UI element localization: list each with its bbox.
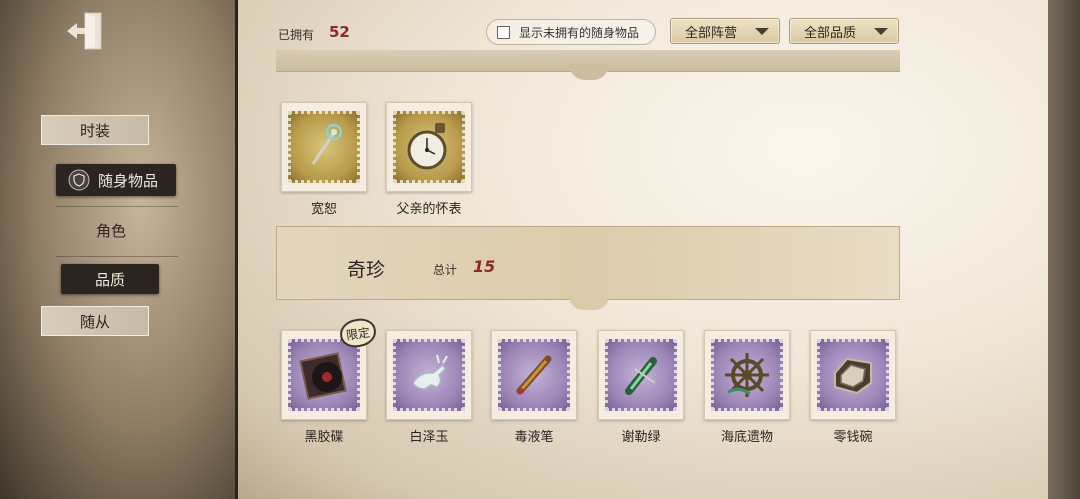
filter-bar: 已拥有 52 显示未拥有的随身物品 全部阵营 全部品质 bbox=[276, 14, 900, 50]
staff-icon bbox=[311, 123, 343, 165]
item-card[interactable]: 宽恕 bbox=[279, 102, 369, 217]
item-card[interactable]: 海底遗物 bbox=[702, 330, 792, 445]
chevron-down-icon bbox=[874, 28, 888, 35]
jade-deer-icon bbox=[412, 354, 448, 390]
show-unowned-checkbox[interactable] bbox=[497, 25, 510, 39]
item-stamp bbox=[288, 339, 360, 411]
item-stamp bbox=[605, 339, 677, 411]
item-stamp bbox=[393, 339, 465, 411]
item-stamp bbox=[711, 339, 783, 411]
rarity-total: 15 bbox=[473, 257, 496, 276]
owned-label: 已拥有 bbox=[278, 28, 315, 42]
item-frame bbox=[704, 330, 790, 420]
divider bbox=[56, 256, 178, 257]
pocket-watch-icon bbox=[407, 123, 447, 170]
sidebar-item-label: 随从 bbox=[79, 312, 110, 331]
sidebar-item-label: 品质 bbox=[94, 270, 125, 289]
item-card[interactable]: 白泽玉 bbox=[384, 330, 474, 445]
item-name: 零钱碗 bbox=[833, 430, 873, 445]
coin-bowl-icon bbox=[834, 357, 872, 395]
item-card[interactable]: 限定 黑胶碟 bbox=[279, 316, 378, 445]
sidebar-item-fashion[interactable]: 时装 bbox=[41, 115, 149, 145]
owned-count: 52 bbox=[329, 23, 350, 41]
item-name: 谢勒绿 bbox=[621, 430, 661, 445]
item-card[interactable]: 父亲的怀表 bbox=[384, 102, 474, 217]
item-card[interactable]: 零钱碗 bbox=[808, 330, 898, 445]
camp-filter-value: 全部阵营 bbox=[685, 25, 738, 41]
paper-edge bbox=[1048, 0, 1080, 499]
item-name: 白泽玉 bbox=[409, 430, 449, 445]
chevron-down-icon bbox=[755, 28, 769, 35]
divider bbox=[56, 206, 178, 207]
badge-label: 限定 bbox=[345, 324, 371, 343]
sidebar-item-label: 时装 bbox=[79, 121, 110, 140]
sidebar-item-follower[interactable]: 随从 bbox=[41, 306, 149, 336]
ship-wheel-icon bbox=[725, 353, 769, 397]
vinyl-record-icon bbox=[299, 352, 347, 400]
item-name: 毒液笔 bbox=[514, 430, 554, 445]
sidebar-item-accessories[interactable]: 随身物品 bbox=[56, 164, 176, 196]
exit-door-icon bbox=[67, 12, 102, 50]
sidebar-item-character[interactable]: 角色 bbox=[56, 216, 166, 244]
item-name: 父亲的怀表 bbox=[396, 202, 462, 217]
item-frame bbox=[386, 102, 472, 192]
quality-filter-dropdown[interactable]: 全部品质 bbox=[789, 18, 899, 44]
camp-filter-dropdown[interactable]: 全部阵营 bbox=[670, 18, 780, 44]
sidebar-item-quality[interactable]: 品质 bbox=[61, 264, 159, 294]
quality-filter-value: 全部品质 bbox=[804, 25, 857, 41]
item-frame bbox=[810, 330, 896, 420]
item-stamp bbox=[393, 111, 465, 183]
exit-button[interactable] bbox=[62, 8, 108, 54]
item-stamp bbox=[498, 339, 570, 411]
item-frame bbox=[491, 330, 577, 420]
shield-emblem-icon bbox=[68, 169, 90, 191]
item-frame bbox=[281, 102, 367, 192]
item-frame bbox=[598, 330, 684, 420]
show-unowned-label: 显示未拥有的随身物品 bbox=[519, 25, 640, 40]
sidebar-item-label: 随身物品 bbox=[98, 171, 159, 190]
item-frame: 限定 bbox=[281, 316, 378, 420]
rarity-total-label: 总计 bbox=[433, 263, 458, 277]
venom-pen-icon bbox=[516, 355, 552, 395]
item-frame bbox=[386, 330, 472, 420]
item-card[interactable]: 谢勒绿 bbox=[596, 330, 686, 445]
item-stamp bbox=[288, 111, 360, 183]
rarity-title: 奇珍 bbox=[347, 259, 386, 281]
item-card[interactable]: 毒液笔 bbox=[489, 330, 579, 445]
item-stamp bbox=[817, 339, 889, 411]
sidebar-item-label: 角色 bbox=[95, 221, 126, 240]
show-unowned-toggle[interactable]: 显示未拥有的随身物品 bbox=[486, 19, 656, 45]
green-bottle-icon bbox=[625, 357, 657, 395]
item-name: 宽恕 bbox=[310, 202, 337, 217]
item-name: 黑胶碟 bbox=[304, 430, 344, 445]
sidebar: 时装 随身物品 角色 品质 随从 bbox=[0, 0, 238, 499]
rarity-section-banner: 奇珍 总计 15 bbox=[276, 226, 900, 300]
item-name: 海底遗物 bbox=[720, 430, 773, 445]
